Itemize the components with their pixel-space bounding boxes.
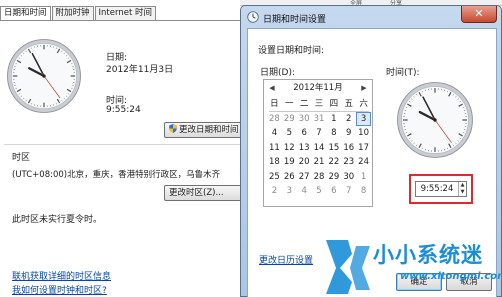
calendar-day[interactable]: 4	[297, 184, 312, 199]
calendar-week-row: 2345678	[267, 184, 371, 199]
weekday-header: 六	[359, 99, 368, 109]
calendar-day[interactable]: 25	[267, 170, 282, 185]
close-button[interactable]: ✕	[461, 6, 497, 23]
calendar-day[interactable]: 5	[312, 184, 327, 199]
timezone-info-link[interactable]: 联机获取详细的时区信息	[12, 269, 111, 282]
tab-divider	[0, 20, 240, 21]
change-date-time-label: 更改日期和时间	[179, 125, 239, 135]
calendar-day[interactable]: 7	[312, 126, 327, 141]
calendar-day[interactable]: 6	[297, 126, 312, 141]
time-input[interactable]: 9:55:24 ▲ ▼	[415, 181, 467, 197]
calendar-day[interactable]: 23	[341, 155, 356, 170]
dst-note: 此时区未实行夏令时。	[12, 215, 103, 225]
analog-clock-icon	[397, 82, 473, 158]
dialog-title: 日期和时间设置	[263, 15, 327, 25]
calendar[interactable]: ◀ 2012年11月 ▶ 日一二三四五六 28 29 30 31 1 2 3 4 5 6 7 8 9 10…	[263, 79, 373, 207]
calendar-day[interactable]: 19	[282, 155, 297, 170]
tab-bar: 日期和时间 附加时钟 Internet 时间	[0, 6, 157, 21]
calendar-day[interactable]: 26	[282, 170, 297, 185]
time-value: 9:55:24	[106, 105, 141, 115]
calendar-day[interactable]: 15	[326, 141, 341, 156]
calendar-day[interactable]: 29	[282, 112, 297, 127]
weekday-header: 二	[299, 99, 309, 109]
calendar-day[interactable]: 16	[341, 141, 356, 156]
analog-clock-icon	[7, 39, 81, 113]
weekday-header: 四	[329, 99, 339, 109]
calendar-day[interactable]: 22	[326, 155, 341, 170]
calendar-day[interactable]: 30	[341, 170, 356, 185]
calendar-day[interactable]: 8	[356, 184, 371, 199]
calendar-day[interactable]: 14	[312, 141, 327, 156]
next-month-arrow-icon[interactable]: ▶	[358, 80, 370, 96]
date-value: 2012年11月3日	[106, 65, 174, 75]
calendar-month-title[interactable]: 2012年11月	[264, 80, 372, 96]
calendar-day[interactable]: 8	[326, 126, 341, 141]
calendar-settings-link[interactable]: 更改日历设置	[259, 253, 313, 266]
calendar-day[interactable]: 9	[341, 126, 356, 141]
calendar-grid: 日一二三四五六 28 29 30 31 1 2 3 4 5 6 7 8 9 10 11 12 13 14 15 16 1…	[267, 97, 372, 199]
set-date-time-heading: 设置日期和时间:	[258, 46, 325, 56]
tab-additional-clocks[interactable]: 附加时钟	[51, 6, 94, 20]
how-set-clock-link[interactable]: 我如何设置时钟和时区?	[12, 283, 107, 296]
calendar-day[interactable]: 1	[326, 112, 341, 127]
time-input-value[interactable]: 9:55:24	[416, 182, 458, 196]
tab-date-time[interactable]: 日期和时间	[0, 6, 51, 21]
calendar-day[interactable]: 20	[297, 155, 312, 170]
calendar-day-selected[interactable]: 3	[356, 111, 372, 126]
calendar-day[interactable]: 11	[267, 141, 282, 156]
weekday-header: 五	[344, 99, 353, 109]
weekday-header: 一	[285, 99, 294, 109]
calendar-label: 日期(D):	[260, 68, 295, 78]
calendar-day[interactable]: 28	[312, 170, 327, 185]
timezone-value: (UTC+08:00)北京，重庆，香港特别行政区，乌鲁木齐	[12, 170, 221, 180]
close-icon: ✕	[474, 7, 484, 20]
weekday-header: 日	[270, 99, 279, 109]
dialog-title-bar[interactable]: 日期和时间设置 ✕	[241, 6, 501, 28]
weekday-header: 三	[314, 99, 324, 109]
time-highlight-box: 9:55:24 ▲ ▼	[409, 174, 473, 204]
change-date-time-button[interactable]: 更改日期和时间	[164, 122, 244, 138]
time-field-label: 时间(T):	[386, 68, 420, 78]
calendar-day[interactable]: 17	[356, 141, 371, 156]
calendar-day[interactable]: 21	[312, 155, 327, 170]
timezone-group-label: 时区	[12, 153, 31, 163]
timezone-separator	[4, 144, 240, 145]
watermark-text: 小小系统迷	[373, 243, 483, 267]
weekday-header-row: 日一二三四五六	[267, 97, 371, 112]
time-spinner[interactable]: ▲ ▼	[458, 182, 466, 196]
change-timezone-label: 更改时区(Z)...	[169, 188, 224, 198]
calendar-day[interactable]: 18	[267, 155, 282, 170]
calendar-day[interactable]: 13	[297, 141, 312, 156]
calendar-day[interactable]: 27	[297, 170, 312, 185]
calendar-day[interactable]: 30	[297, 112, 312, 127]
calendar-day[interactable]: 31	[312, 112, 327, 127]
clock-title-icon	[247, 11, 259, 23]
calendar-day[interactable]: 1	[356, 170, 371, 185]
calendar-day[interactable]: 4	[267, 126, 282, 141]
calendar-day[interactable]: 29	[326, 170, 341, 185]
calendar-day[interactable]: 3	[282, 184, 297, 199]
calendar-week-row: 28 29 30 31 1 2 3	[267, 111, 372, 127]
calendar-day[interactable]: 6	[326, 184, 341, 199]
calendar-day[interactable]: 10	[356, 126, 371, 141]
calendar-day[interactable]: 5	[282, 126, 297, 141]
watermark-url: www.xitongmi.com	[400, 271, 502, 282]
change-timezone-button[interactable]: 更改时区(Z)...	[164, 185, 244, 201]
calendar-day[interactable]: 2	[341, 112, 356, 127]
calendar-day[interactable]: 24	[356, 155, 371, 170]
spin-up-icon[interactable]: ▲	[459, 182, 466, 189]
tab-internet-time[interactable]: Internet 时间	[94, 6, 156, 20]
calendar-week-row: 18 19 20 21 22 23 24	[267, 155, 371, 170]
calendar-day[interactable]: 7	[341, 184, 356, 199]
calendar-week-row: 11 12 13 14 15 16 17	[267, 141, 371, 156]
calendar-day[interactable]: 2	[267, 184, 282, 199]
spin-down-icon[interactable]: ▼	[459, 189, 466, 196]
calendar-week-row: 4 5 6 7 8 9 10	[267, 126, 371, 141]
uac-shield-icon	[169, 124, 177, 133]
calendar-day[interactable]: 12	[282, 141, 297, 156]
calendar-week-row: 25 26 27 28 29 30 1	[267, 170, 371, 185]
calendar-day[interactable]: 28	[267, 112, 282, 127]
